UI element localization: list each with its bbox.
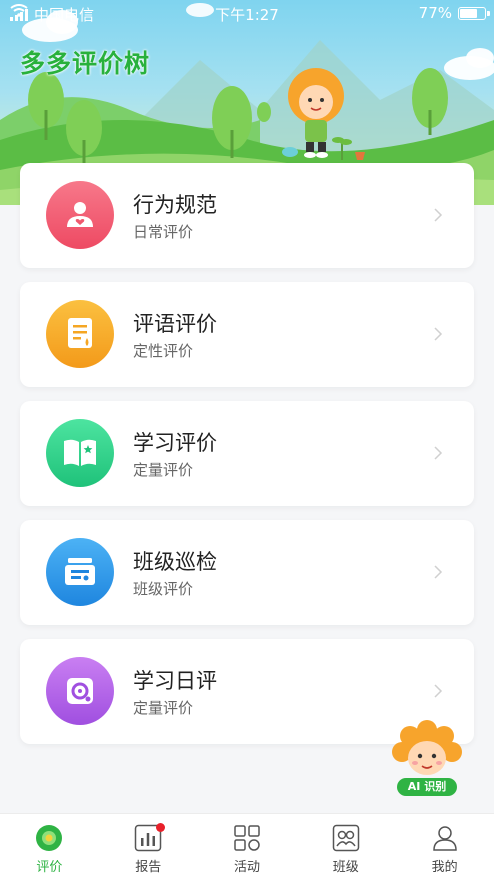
card-behavior-standards[interactable]: 行为规范 日常评价 [20,163,474,268]
card-title: 评语评价 [133,312,217,336]
bottom-tab-bar: 评价 报告 活动 班级 我的 [0,813,494,880]
tab-report[interactable]: 报告 [99,814,198,880]
card-subtitle: 定性评价 [133,342,194,360]
tab-label: 报告 [135,860,162,875]
battery-icon [458,6,490,20]
grid-icon [234,825,260,851]
tab-activities[interactable]: 活动 [198,814,297,880]
tab-label: 我的 [431,860,458,875]
card-title: 班级巡检 [133,550,217,574]
tab-evaluate[interactable]: 评价 [0,814,99,880]
ai-badge-label: AI 识别 [397,778,457,796]
mascot-icon [392,720,462,775]
settings-gear-icon [46,657,114,725]
card-subtitle: 日常评价 [133,223,194,241]
profile-icon [432,826,457,851]
chevron-right-icon [434,327,443,341]
tab-label: 评价 [36,860,63,875]
battery-percent: 77% [418,4,452,22]
card-study-evaluation[interactable]: 学习评价 定量评价 [20,401,474,506]
chevron-right-icon [434,446,443,460]
tab-mine[interactable]: 我的 [395,814,494,880]
tree-icon [36,825,63,851]
class-icon [332,824,360,852]
ai-recognition-button[interactable]: AI 识别 [388,718,466,798]
tab-label: 活动 [233,860,260,875]
card-subtitle: 定量评价 [133,699,194,717]
inspection-board-icon [46,538,114,606]
tab-class[interactable]: 班级 [296,814,395,880]
chevron-right-icon [434,208,443,222]
notification-dot [155,823,165,832]
page-title: 多多评价树 [20,49,151,78]
status-bar: 中国电信 下午1:27 77% [0,0,494,26]
chevron-right-icon [434,684,443,698]
card-subtitle: 定量评价 [133,461,194,479]
book-star-icon [46,419,114,487]
card-class-inspection[interactable]: 班级巡检 班级评价 [20,520,474,625]
card-subtitle: 班级评价 [133,580,194,598]
card-title: 学习评价 [133,431,217,455]
card-comment-evaluation[interactable]: 评语评价 定性评价 [20,282,474,387]
chevron-right-icon [434,565,443,579]
person-heart-icon [46,181,114,249]
document-icon [46,300,114,368]
tab-label: 班级 [332,860,359,875]
card-title: 行为规范 [133,193,217,217]
card-title: 学习日评 [133,669,217,693]
